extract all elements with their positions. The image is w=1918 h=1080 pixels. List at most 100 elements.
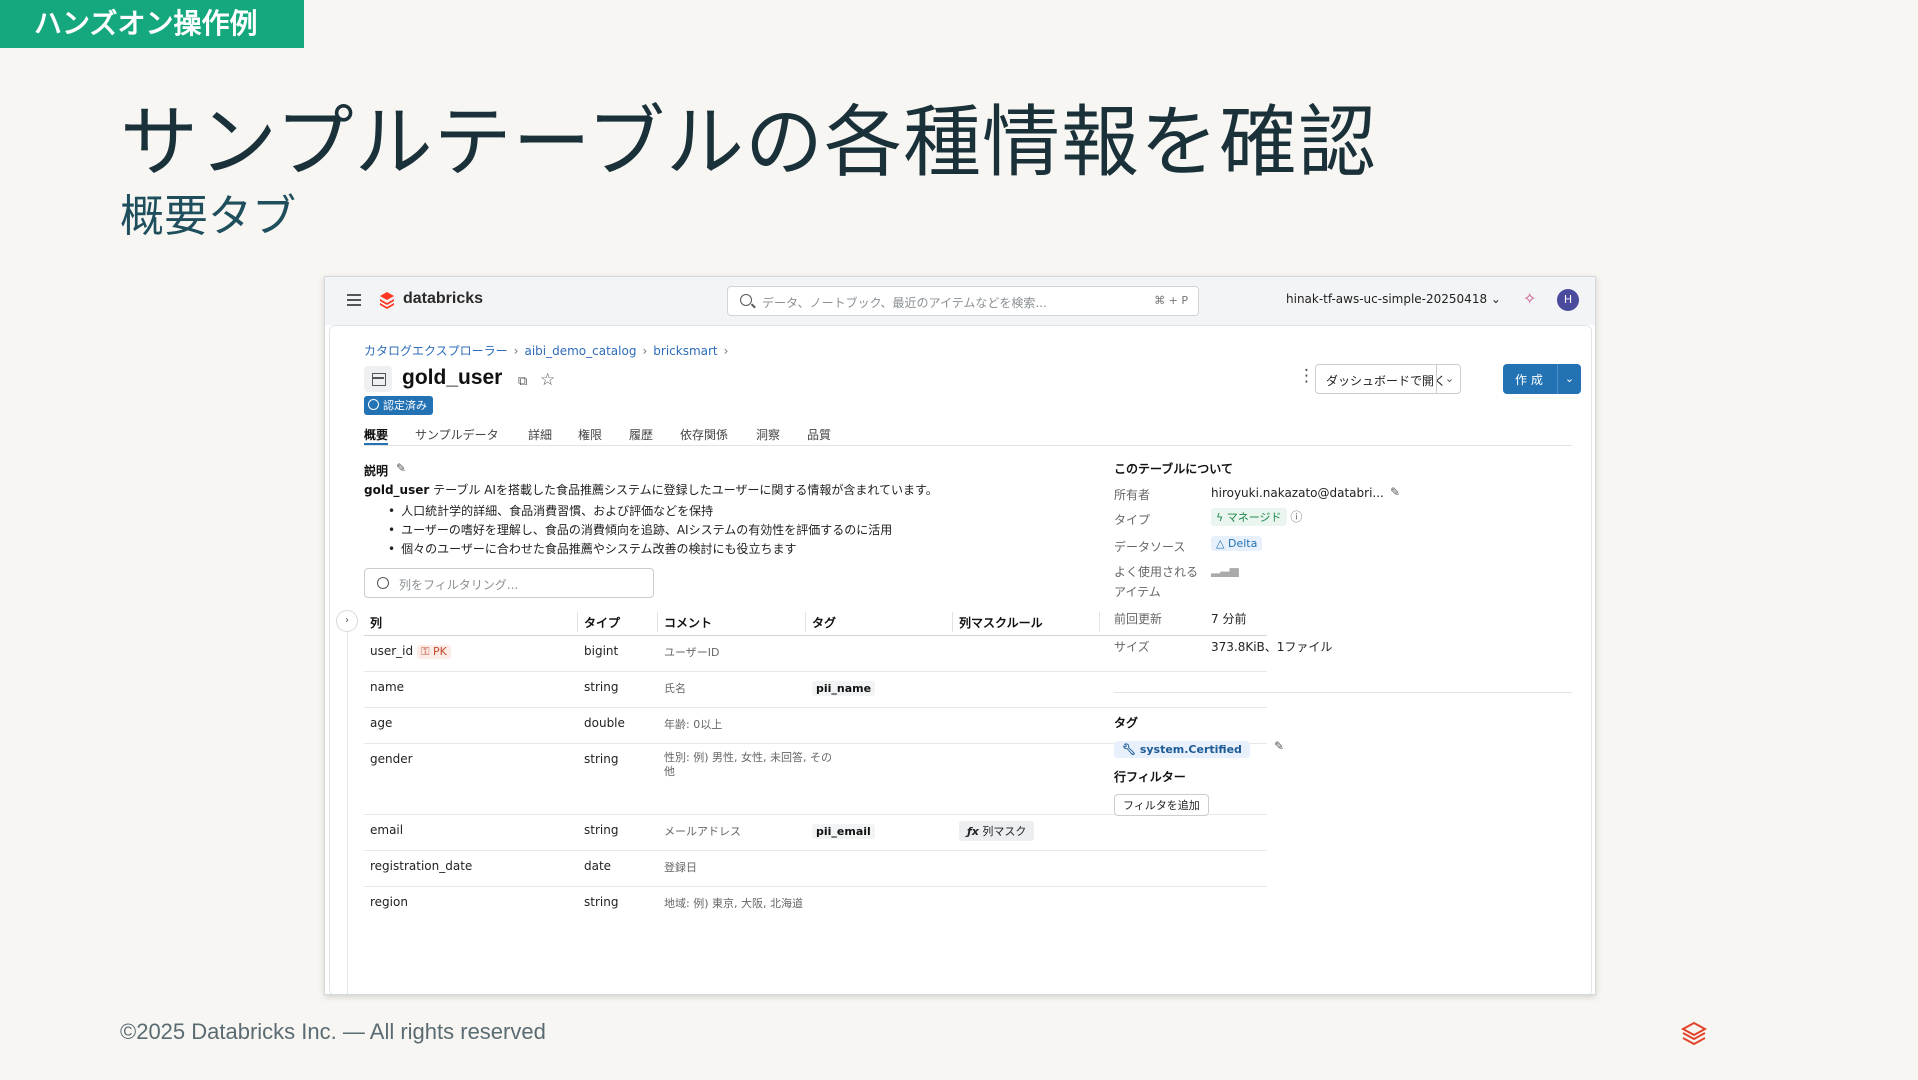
open-dashboard-button[interactable]: ダッシュボードで開く ⌄ xyxy=(1315,364,1461,394)
header-type[interactable]: タイプ xyxy=(584,614,620,631)
column-comment: メールアドレス xyxy=(664,825,741,838)
column-name: name xyxy=(370,680,405,694)
tag-chip[interactable]: 🔧︎ system.Certified xyxy=(1114,741,1250,758)
column-name: registration_date xyxy=(370,859,473,873)
tab-lineage[interactable]: 依存関係 xyxy=(680,426,728,443)
popularity-bars-icon: ▂▃▅ xyxy=(1211,563,1239,577)
menu-icon[interactable] xyxy=(347,294,361,306)
chevron-down-icon[interactable]: ⌄ xyxy=(1436,365,1462,393)
column-comment: 地域: 例) 東京, 大阪, 北海道 xyxy=(664,897,803,910)
favorite-star-icon[interactable]: ☆ xyxy=(540,370,555,390)
header-comment[interactable]: コメント xyxy=(664,614,712,631)
updated-value: 7 分前 xyxy=(1211,612,1247,626)
owner-value: hiroyuki.nakazato@databri... xyxy=(1211,486,1384,500)
avatar[interactable]: H xyxy=(1557,289,1579,311)
column-type: string xyxy=(584,823,619,837)
table-row[interactable]: name string 氏名 pii_name xyxy=(364,672,1267,708)
panel-divider xyxy=(347,632,348,994)
add-filter-button[interactable]: フィルタを追加 xyxy=(1114,794,1209,816)
owner-label: 所有者 xyxy=(1114,488,1151,502)
header-separator xyxy=(657,612,658,632)
table-row[interactable]: region string 地域: 例) 東京, 大阪, 北海道 xyxy=(364,887,1267,923)
updated-label: 前回更新 xyxy=(1114,612,1163,626)
databricks-logo-icon xyxy=(1680,1021,1708,1046)
column-type: string xyxy=(584,680,619,694)
managed-chip: ϟ マネージド xyxy=(1211,508,1287,526)
tab-overview[interactable]: 概要 xyxy=(364,426,389,445)
header-column[interactable]: 列 xyxy=(370,614,382,631)
tab-permissions[interactable]: 権限 xyxy=(578,426,602,443)
column-comment: 登録日 xyxy=(664,861,697,874)
description-table-name: gold_user xyxy=(364,483,430,497)
chevron-down-icon: ⌄ xyxy=(1490,292,1501,306)
table-icon xyxy=(364,366,392,392)
catalog-page: カタログエクスプローラー › aibi_demo_catalog › bricksmar… xyxy=(329,325,1592,994)
column-filter-input[interactable]: 列をフィルタリング... xyxy=(364,568,654,598)
description-label: 説明 xyxy=(364,464,389,478)
header-mask-rule[interactable]: 列マスクルール xyxy=(959,614,1043,631)
tab-history[interactable]: 履歴 xyxy=(629,426,653,443)
tag-chip[interactable]: pii_name xyxy=(812,681,876,696)
tags-title: タグ xyxy=(1114,716,1139,730)
function-icon: ƒx xyxy=(967,825,979,838)
tab-insights[interactable]: 洞察 xyxy=(756,426,780,443)
edit-owner-icon[interactable]: ✎ xyxy=(1390,485,1400,499)
breadcrumb-separator-icon: › xyxy=(723,344,729,358)
tab-bar: 概要 サンプルデータ 詳細 権限 履歴 依存関係 洞察 品質 xyxy=(364,422,1572,446)
top-bar: databricks データ、ノートブック、最近のアイテムなどを検索... ⌘ … xyxy=(325,277,1595,325)
search-shortcut: ⌘ + P xyxy=(1154,294,1188,307)
check-circle-icon xyxy=(368,399,379,410)
breadcrumb-catalog[interactable]: aibi_demo_catalog xyxy=(524,344,636,358)
search-placeholder: データ、ノートブック、最近のアイテムなどを検索... xyxy=(762,296,1047,310)
primary-key-badge: ⚿ PK xyxy=(417,645,451,659)
certified-badge: 認定済み xyxy=(364,396,433,415)
header-separator xyxy=(952,612,953,632)
tag-chip[interactable]: pii_email xyxy=(812,824,875,839)
columns-table: 列 タイプ コメント タグ 列マスクルール user_id ⚿ PK bigint… xyxy=(364,608,1267,923)
create-button[interactable]: 作 成 ⌄ xyxy=(1503,364,1581,394)
info-icon[interactable]: ⓘ xyxy=(1290,510,1302,524)
copyright-footer: ©2025 Databricks Inc. — All rights reser… xyxy=(120,1019,546,1044)
column-name: email xyxy=(370,823,404,837)
row-filter-title: 行フィルター xyxy=(1114,770,1186,784)
mask-chip[interactable]: ƒx 列マスク xyxy=(959,821,1035,841)
create-label: 作 成 xyxy=(1515,373,1543,387)
breadcrumb-catalog-explorer[interactable]: カタログエクスプローラー xyxy=(364,344,508,358)
about-title: このテーブルについて xyxy=(1114,462,1233,476)
table-row[interactable]: email string メールアドレス pii_email ƒx 列マスク xyxy=(364,815,1267,851)
size-label: サイズ xyxy=(1114,640,1150,654)
list-item: 人口統計学的詳細、食品消費習慣、および評価などを保持 xyxy=(388,502,892,521)
column-mask[interactable]: ƒx 列マスク xyxy=(959,821,1035,841)
bolt-icon: ϟ xyxy=(1216,511,1224,524)
brand-name[interactable]: databricks xyxy=(403,290,483,308)
tab-details[interactable]: 詳細 xyxy=(528,426,552,443)
column-comment: 氏名 xyxy=(664,682,686,695)
column-tag[interactable]: pii_email xyxy=(812,824,875,839)
header-separator xyxy=(577,612,578,632)
edit-tags-icon[interactable]: ✎ xyxy=(1274,739,1284,753)
column-type: double xyxy=(584,716,625,730)
expand-panel-icon[interactable]: › xyxy=(336,610,358,632)
tag-item[interactable]: 🔧︎ system.Certified xyxy=(1114,738,1250,758)
table-row[interactable]: registration_date date 登録日 xyxy=(364,851,1267,887)
workspace-selector[interactable]: hinak-tf-aws-uc-simple-20250418 ⌄ xyxy=(1286,292,1501,306)
table-name: gold_user xyxy=(402,366,503,389)
more-options-icon[interactable]: ⋮ xyxy=(1298,366,1315,386)
databricks-logo-icon xyxy=(380,292,394,309)
copy-icon[interactable]: ⧉ xyxy=(518,374,527,389)
column-name: user_id ⚿ PK xyxy=(370,644,451,659)
tab-sample-data[interactable]: サンプルデータ xyxy=(415,426,499,443)
breadcrumb-schema[interactable]: bricksmart xyxy=(653,344,717,358)
assistant-sparkle-icon[interactable]: ✧ xyxy=(1523,289,1536,308)
popular-label-2: アイテム xyxy=(1114,585,1161,599)
column-comment: 年齢: 0以上 xyxy=(664,718,723,731)
tab-quality[interactable]: 品質 xyxy=(807,426,831,443)
hands-on-tag: ハンズオン操作例 xyxy=(0,0,304,48)
header-tag[interactable]: タグ xyxy=(812,614,836,631)
delta-chip: △ Delta xyxy=(1211,536,1263,551)
column-comment: ユーザーID xyxy=(664,646,720,659)
chevron-down-icon[interactable]: ⌄ xyxy=(1557,364,1581,394)
search-input[interactable]: データ、ノートブック、最近のアイテムなどを検索... ⌘ + P xyxy=(727,286,1199,316)
column-tag[interactable]: pii_name xyxy=(812,681,876,696)
edit-description-icon[interactable]: ✎ xyxy=(396,461,406,475)
